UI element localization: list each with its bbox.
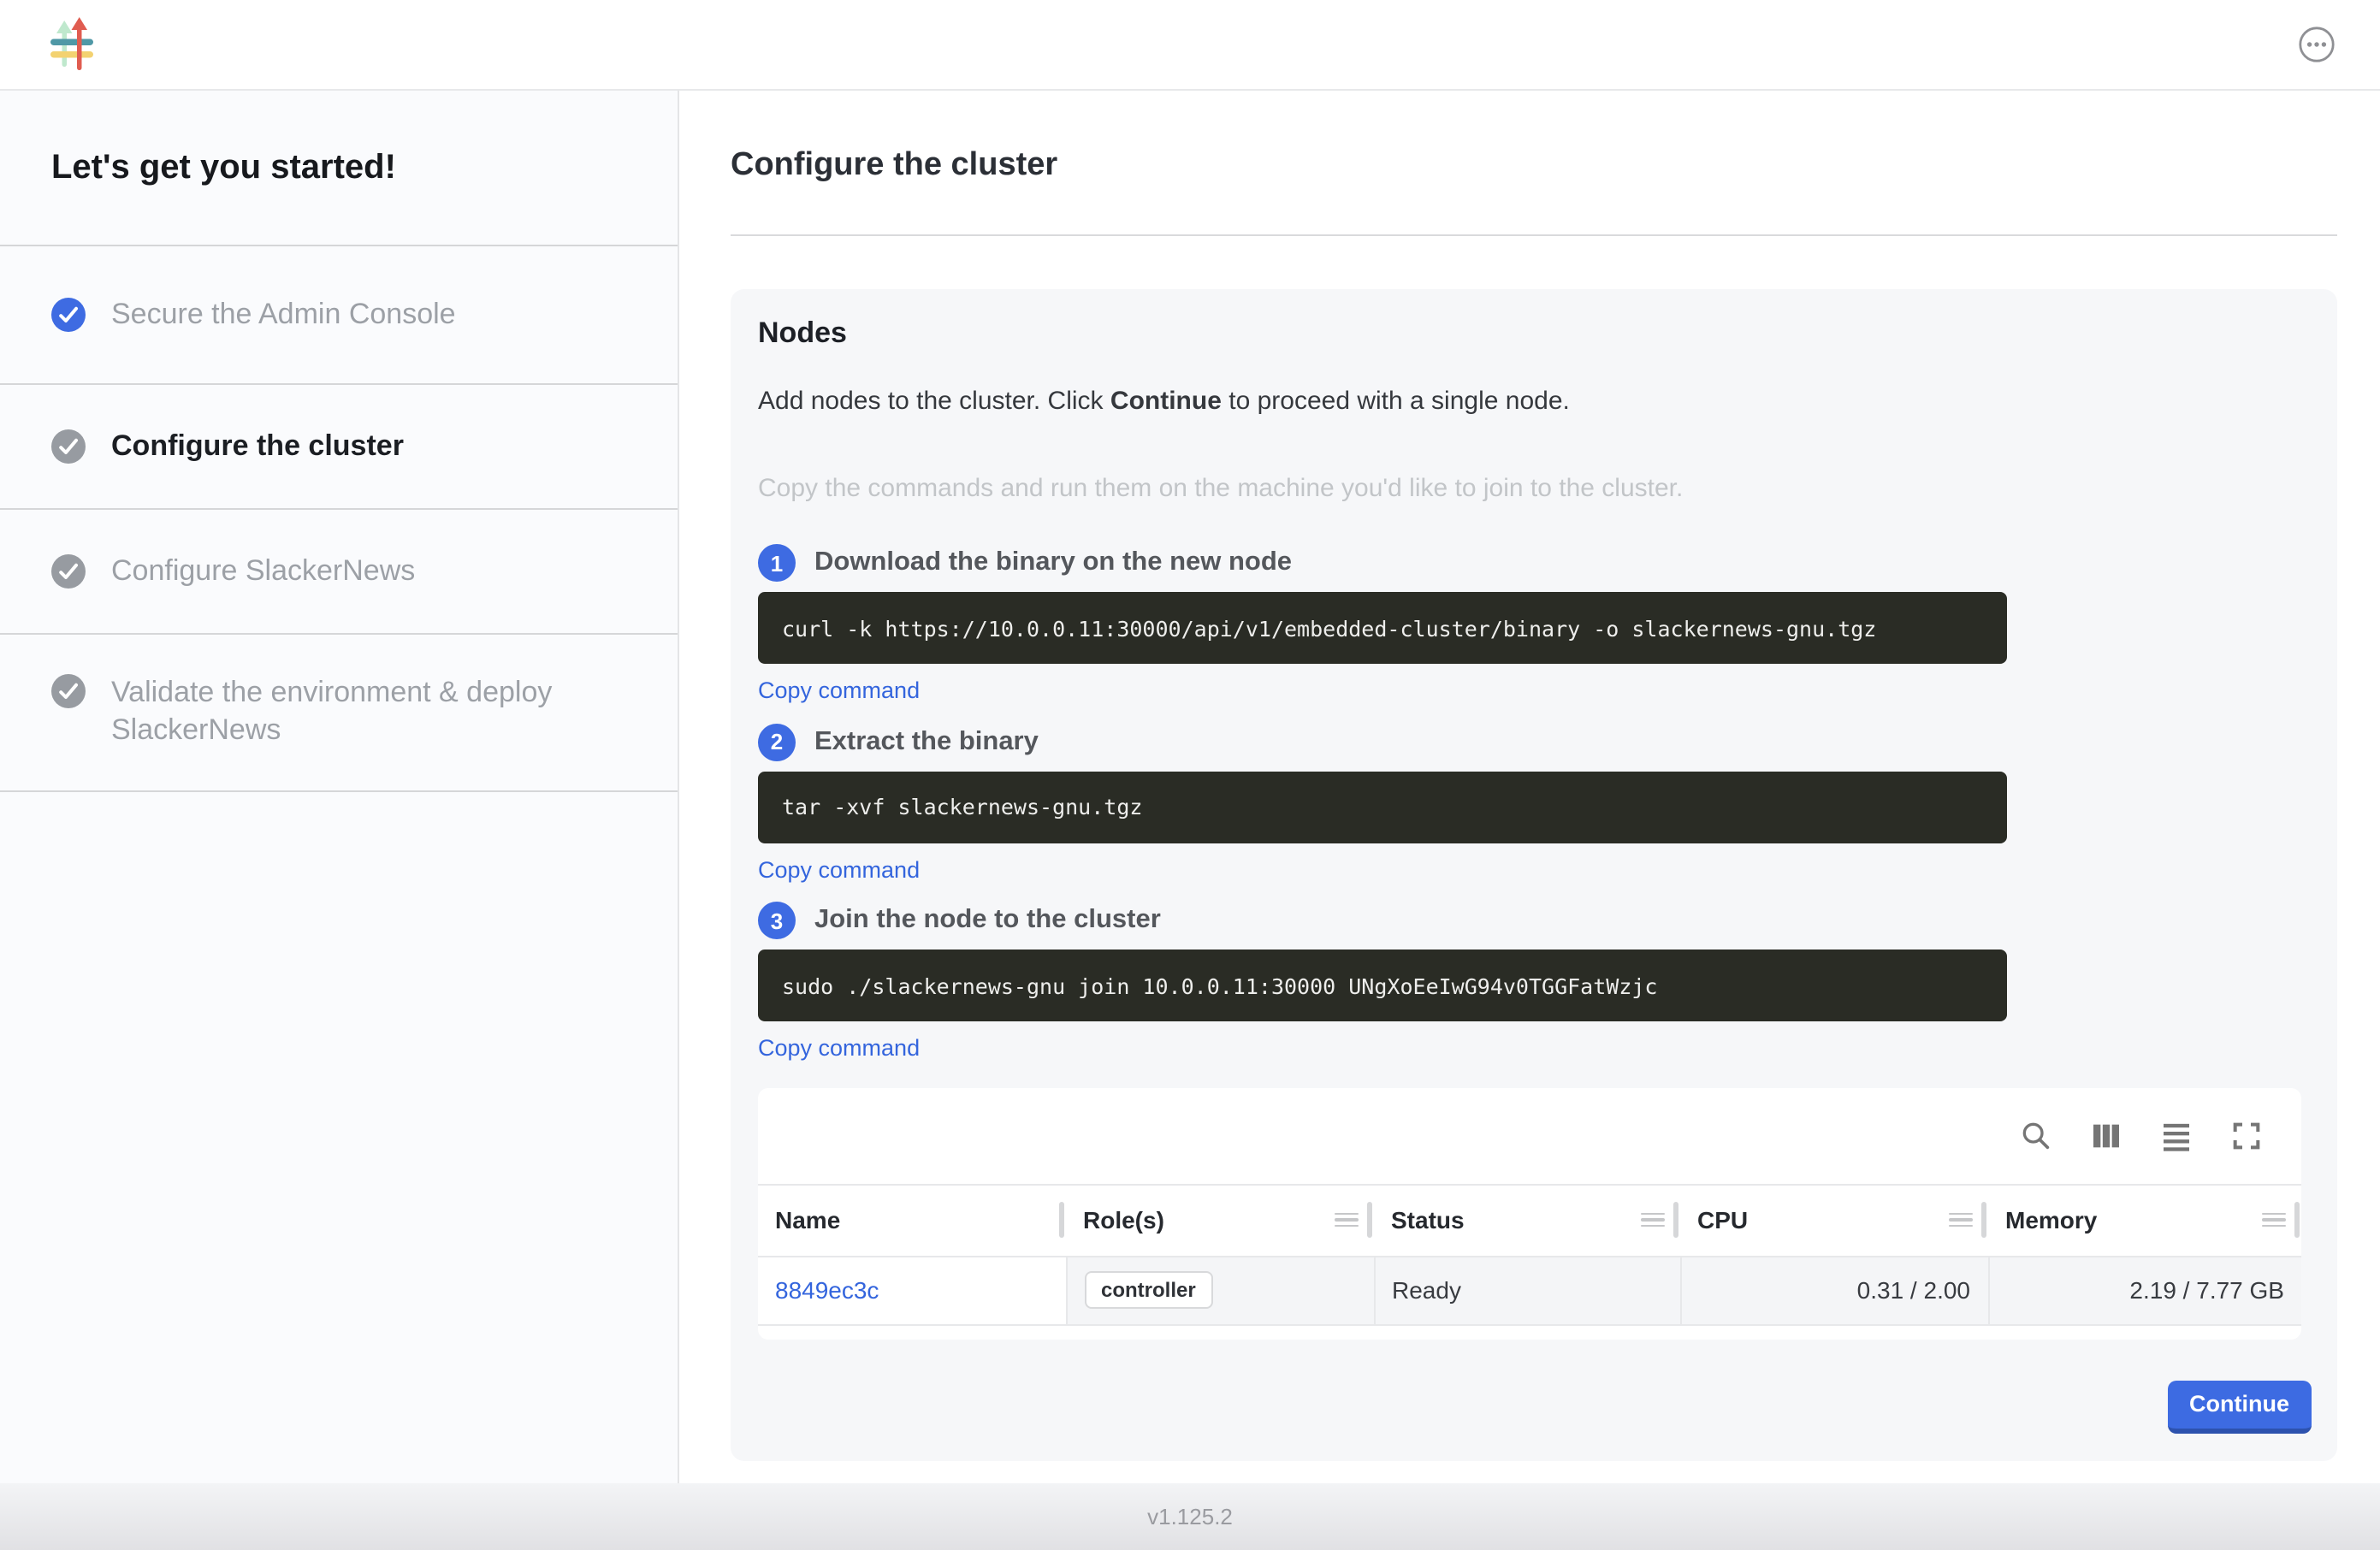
column-separator	[1673, 1202, 1678, 1238]
nodes-intro: Add nodes to the cluster. Click Continue…	[758, 387, 2337, 416]
check-circle-complete-icon	[51, 298, 86, 332]
column-header-cpu[interactable]: CPU	[1680, 1184, 1988, 1256]
sidebar-step-secure-admin-console[interactable]: Secure the Admin Console	[0, 246, 678, 385]
column-menu-icon[interactable]	[1335, 1212, 1359, 1228]
step-3-number-badge: 3	[758, 902, 796, 939]
sidebar-step-label: Configure SlackerNews	[111, 553, 415, 590]
nodes-card: Nodes Add nodes to the cluster. Click Co…	[731, 289, 2337, 1460]
more-menu-button[interactable]	[2298, 26, 2336, 63]
role-chip: controller	[1084, 1271, 1213, 1309]
sidebar-step-label: Configure the cluster	[111, 428, 404, 465]
node-roles-cell: controller	[1066, 1256, 1374, 1324]
step-2-command-code: tar -xvf slackernews-gnu.tgz	[758, 771, 2007, 843]
check-circle-pending-icon	[51, 429, 86, 464]
step-3-copy-command-link[interactable]: Copy command	[758, 1037, 920, 1060]
table-row: 8849ec3c controller Ready 0.31 / 2.00 2.…	[758, 1256, 2301, 1324]
sidebar-step-validate-deploy[interactable]: Validate the environment & deploy Slacke…	[0, 635, 678, 792]
node-memory-cell: 2.19 / 7.77 GB	[1988, 1256, 2301, 1324]
page-title: Configure the cluster	[731, 147, 2380, 185]
node-name-link[interactable]: 8849ec3c	[775, 1276, 879, 1304]
step-1-number-badge: 1	[758, 544, 796, 582]
column-header-status[interactable]: Status	[1374, 1184, 1680, 1256]
nodes-table-container: Name Role(s) Statu	[758, 1087, 2301, 1339]
nodes-heading: Nodes	[758, 317, 2337, 351]
sidebar-step-configure-slackernews[interactable]: Configure SlackerNews	[0, 510, 678, 635]
column-separator	[2294, 1202, 2300, 1238]
nodes-table: Name Role(s) Statu	[758, 1183, 2301, 1325]
table-density-button[interactable]	[2159, 1118, 2194, 1152]
search-icon	[2019, 1118, 2053, 1152]
step-1-header: 1 Download the binary on the new node	[758, 544, 2337, 582]
check-circle-pending-icon	[51, 554, 86, 589]
topbar	[0, 0, 2380, 91]
table-search-button[interactable]	[2019, 1118, 2053, 1152]
column-separator	[1367, 1202, 1372, 1238]
table-toolbar	[758, 1087, 2301, 1183]
continue-button[interactable]: Continue	[2167, 1380, 2312, 1433]
table-columns-button[interactable]	[2089, 1118, 2123, 1152]
column-header-roles[interactable]: Role(s)	[1066, 1184, 1374, 1256]
setup-steps-sidebar: Let's get you started! Secure the Admin …	[0, 91, 679, 1483]
node-status-cell: Ready	[1374, 1256, 1680, 1324]
column-header-memory[interactable]: Memory	[1988, 1184, 2301, 1256]
column-separator	[1059, 1202, 1064, 1238]
density-icon	[2159, 1118, 2194, 1152]
table-fullscreen-button[interactable]	[2229, 1118, 2264, 1152]
card-actions: Continue	[758, 1380, 2312, 1433]
fullscreen-icon	[2229, 1118, 2264, 1152]
step-3-command-code: sudo ./slackernews-gnu join 10.0.0.11:30…	[758, 950, 2007, 1021]
version-label: v1.125.2	[1147, 1504, 1233, 1529]
node-cpu-cell: 0.31 / 2.00	[1680, 1256, 1988, 1324]
column-menu-icon[interactable]	[1641, 1212, 1665, 1228]
table-header-row: Name Role(s) Statu	[758, 1184, 2301, 1256]
title-divider	[731, 234, 2337, 236]
sidebar-step-configure-cluster[interactable]: Configure the cluster	[0, 385, 678, 510]
sidebar-step-label: Secure the Admin Console	[111, 296, 456, 334]
column-menu-icon[interactable]	[1949, 1212, 1973, 1228]
column-separator	[1981, 1202, 1986, 1238]
circled-ellipsis-icon	[2298, 26, 2336, 63]
main-content: Configure the cluster Nodes Add nodes to…	[679, 91, 2380, 1483]
sidebar-step-label: Validate the environment & deploy Slacke…	[111, 674, 626, 749]
admin-console-app: Let's get you started! Secure the Admin …	[0, 0, 2380, 1550]
slackernews-logo-icon	[50, 17, 94, 72]
node-name-cell: 8849ec3c	[758, 1256, 1066, 1324]
sidebar-title: Let's get you started!	[0, 91, 678, 246]
check-circle-pending-icon	[51, 674, 86, 708]
step-2-header: 2 Extract the binary	[758, 723, 2337, 760]
step-1-copy-command-link[interactable]: Copy command	[758, 679, 920, 702]
view-columns-icon	[2089, 1118, 2123, 1152]
join-hint-text: Copy the commands and run them on the ma…	[758, 474, 2337, 503]
step-2-copy-command-link[interactable]: Copy command	[758, 858, 920, 881]
column-menu-icon[interactable]	[2262, 1212, 2286, 1228]
step-2-number-badge: 2	[758, 723, 796, 760]
step-3-header: 3 Join the node to the cluster	[758, 902, 2337, 939]
footer: v1.125.2	[0, 1483, 2380, 1550]
column-header-name[interactable]: Name	[758, 1184, 1066, 1256]
step-1-command-code: curl -k https://10.0.0.11:30000/api/v1/e…	[758, 592, 2007, 664]
